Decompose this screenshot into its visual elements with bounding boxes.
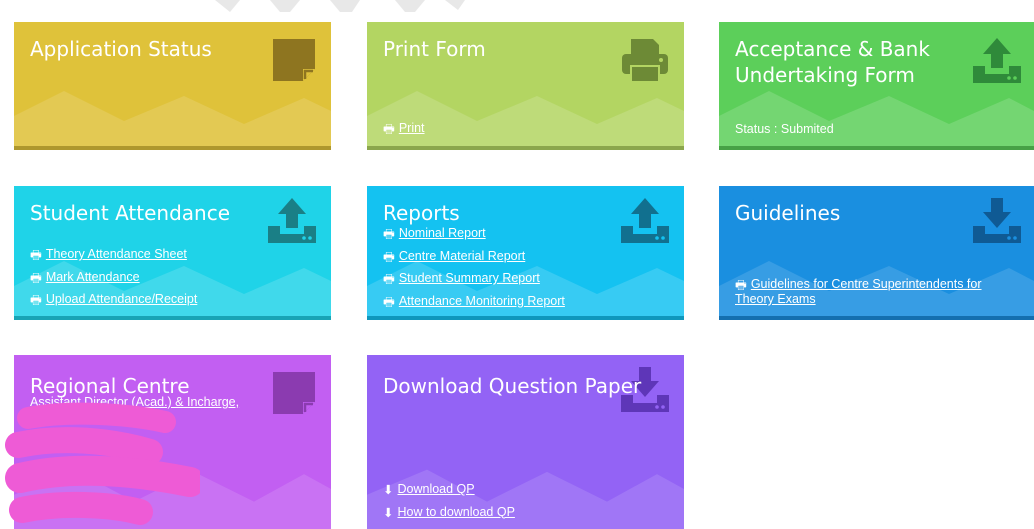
upload-icon (268, 198, 316, 243)
acceptance-card[interactable]: Acceptance & Bank Undertaking Form Statu… (719, 22, 1034, 150)
application-status-card[interactable]: Application Status (14, 22, 331, 150)
printer-icon: 🖶 (735, 278, 747, 292)
redaction-scribble (5, 402, 200, 525)
print-link[interactable]: 🖶 Print (383, 118, 425, 141)
upload-attendance-receipt-link[interactable]: 🖶 Upload Attendance/Receipt (30, 289, 197, 312)
student-summary-report-link[interactable]: 🖶 Student Summary Report (383, 268, 565, 291)
status-text: Status : Submited (735, 122, 834, 136)
download-icon (973, 198, 1021, 243)
card-title: Acceptance & Bank Undertaking Form (735, 37, 930, 87)
printer-icon: 🖶 (383, 249, 395, 264)
printer-icon: 🖶 (30, 248, 42, 262)
guidelines-links: 🖶 Guidelines for Centre Superintendents f… (735, 277, 982, 306)
attendance-links: 🖶 Theory Attendance Sheet 🖶 Mark Attendanc… (30, 244, 197, 312)
upload-icon (621, 198, 669, 243)
note-icon (273, 39, 315, 81)
download-qp-link[interactable]: ⬇ Download QP (383, 479, 515, 502)
print-form-card[interactable]: Print Form 🖶 Print (367, 22, 684, 150)
centre-material-report-link[interactable]: 🖶 Centre Material Report (383, 246, 565, 269)
printer-icon: 🖶 (30, 293, 42, 307)
guidelines-link[interactable]: 🖶 Guidelines for Centre Superintendents f… (735, 277, 982, 306)
student-attendance-card[interactable]: Student Attendance 🖶 Theory Attendance Sh… (14, 186, 331, 320)
reports-card[interactable]: Reports 🖶 Nominal Report 🖶 Centre Material… (367, 186, 684, 320)
how-to-download-qp-link[interactable]: ⬇ How to download QP (383, 502, 515, 525)
printer-icon: 🖶 (383, 227, 395, 241)
printer-icon: 🖶 (30, 270, 42, 285)
top-decoration (215, 0, 465, 12)
print-links: 🖶 Print (383, 118, 425, 141)
guidelines-card[interactable]: Guidelines 🖶 Guidelines for Centre Superi… (719, 186, 1034, 320)
printer-icon: 🖶 (383, 272, 395, 286)
download-small-icon: ⬇ (383, 483, 394, 497)
download-qp-links: ⬇ Download QP ⬇ How to download QP (383, 479, 515, 524)
card-title: Student Attendance (30, 201, 231, 225)
card-background-decoration (14, 91, 331, 146)
nominal-report-link[interactable]: 🖶 Nominal Report (383, 223, 565, 246)
note-icon (273, 372, 315, 414)
card-title: Application Status (30, 37, 212, 61)
upload-icon (973, 38, 1021, 83)
mark-attendance-link[interactable]: 🖶 Mark Attendance (30, 267, 197, 290)
card-title: Download Question Paper (383, 374, 642, 398)
theory-attendance-sheet-link[interactable]: 🖶 Theory Attendance Sheet (30, 244, 197, 267)
download-question-paper-card[interactable]: Download Question Paper ⬇ Download QP ⬇ Ho… (367, 355, 684, 529)
card-title: Print Form (383, 37, 486, 61)
card-title: Guidelines (735, 201, 841, 225)
printer-icon: 🖶 (383, 122, 395, 136)
printer-icon: 🖶 (383, 294, 395, 309)
attendance-monitoring-report-link[interactable]: 🖶 Attendance Monitoring Report (383, 291, 565, 314)
printer-icon (622, 39, 668, 83)
reports-links: 🖶 Nominal Report 🖶 Centre Material Report … (383, 223, 565, 313)
download-small-icon: ⬇ (383, 505, 394, 520)
